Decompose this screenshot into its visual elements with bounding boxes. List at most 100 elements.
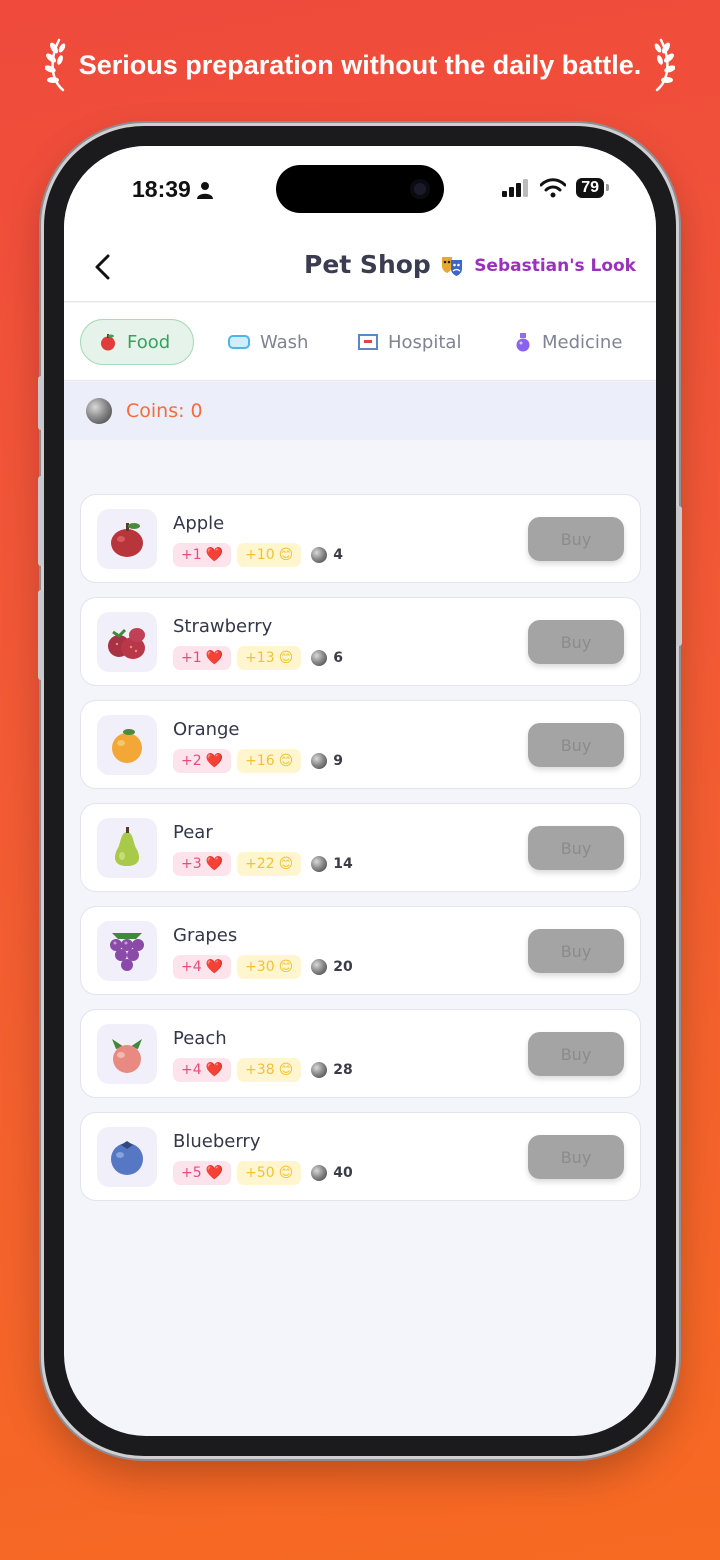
happy-value: +22 [245, 856, 275, 872]
signal-icon [502, 179, 529, 197]
orange-icon [112, 729, 142, 763]
love-chip: +4 ❤️ [173, 955, 232, 979]
shop-item-orange: Orange +2 ❤️ +16 😊 9 Buy [80, 700, 641, 789]
love-value: +2 [181, 753, 202, 769]
love-value: +4 [181, 959, 202, 975]
item-stats: +3 ❤️ +22 😊 14 [173, 852, 353, 876]
item-thumbnail [97, 1127, 157, 1187]
love-value: +5 [181, 1165, 202, 1181]
tab-food[interactable]: Food [80, 319, 194, 365]
item-name: Strawberry [173, 616, 273, 637]
happy-value: +38 [245, 1062, 275, 1078]
back-arrow-icon[interactable] [88, 252, 118, 282]
coin-icon [311, 856, 328, 872]
time-text: 18:39 [132, 176, 191, 202]
shop-item-grapes: Grapes +4 ❤️ +30 😊 20 Buy [80, 906, 641, 995]
camera-icon [410, 179, 430, 199]
happy-value: +13 [245, 650, 275, 666]
coin-icon [86, 398, 112, 424]
price-value: 20 [333, 959, 353, 975]
potion-icon [516, 333, 530, 352]
item-stats: +5 ❤️ +50 😊 40 [173, 1161, 353, 1185]
happy-chip: +30 😊 [237, 955, 302, 979]
tagline-text: Serious preparation without the daily ba… [78, 49, 642, 80]
tab-food-label: Food [127, 331, 171, 353]
item-stats: +2 ❤️ +16 😊 9 [173, 749, 343, 773]
item-stats: +1 ❤️ +10 😊 4 [173, 543, 343, 567]
love-chip: +3 ❤️ [173, 852, 232, 876]
smiley-icon: 😊 [278, 856, 294, 872]
shop-item-pear: Pear +3 ❤️ +22 😊 14 Buy [80, 803, 641, 892]
item-price: 28 [311, 1062, 353, 1078]
shop-item-strawberry: Strawberry +1 ❤️ +13 😊 6 Buy [80, 597, 641, 686]
item-price: 4 [311, 547, 343, 563]
coin-icon [311, 1062, 328, 1078]
item-price: 6 [311, 650, 343, 666]
love-value: +1 [181, 650, 202, 666]
item-thumbnail [97, 818, 157, 878]
tab-wash-label: Wash [260, 331, 309, 353]
happy-value: +50 [245, 1165, 275, 1181]
item-price: 40 [311, 1165, 353, 1181]
happy-chip: +13 😊 [237, 646, 302, 670]
love-chip: +1 ❤️ [173, 646, 232, 670]
happy-chip: +10 😊 [237, 543, 302, 567]
tab-wash[interactable]: Wash [210, 319, 326, 365]
item-name: Blueberry [173, 1131, 261, 1152]
smiley-icon: 😊 [278, 1062, 294, 1078]
status-bar: 18:39 79 [64, 146, 656, 236]
love-chip: +5 ❤️ [173, 1161, 232, 1185]
happy-value: +16 [245, 753, 275, 769]
heart-icon: ❤️ [205, 856, 224, 872]
apple-icon [111, 523, 143, 557]
coins-bar: Coins: 0 [64, 382, 656, 440]
love-value: +4 [181, 1062, 202, 1078]
love-chip: +1 ❤️ [173, 543, 232, 567]
buy-button[interactable]: Buy [528, 620, 624, 664]
coins-label: Coins: 0 [126, 400, 203, 422]
item-price: 20 [311, 959, 353, 975]
tab-hospital[interactable]: Hospital [340, 319, 479, 365]
hospital-icon [358, 334, 378, 350]
shop-item-apple: Apple +1 ❤️ +10 😊 4 Buy [80, 494, 641, 583]
smiley-icon: 😊 [278, 547, 294, 563]
action-button [38, 376, 44, 430]
coin-icon [311, 753, 328, 769]
shop-item-list: Apple +1 ❤️ +10 😊 4 Buy Strawberry +1 ❤️… [80, 494, 641, 1215]
happy-chip: +50 😊 [237, 1161, 302, 1185]
item-stats: +4 ❤️ +30 😊 20 [173, 955, 353, 979]
item-name: Grapes [173, 925, 238, 946]
happy-chip: +16 😊 [237, 749, 302, 773]
buy-button[interactable]: Buy [528, 929, 624, 973]
buy-button[interactable]: Buy [528, 517, 624, 561]
tab-medicine-label: Medicine [542, 331, 623, 353]
volume-down-button [38, 590, 44, 680]
buy-button[interactable]: Buy [528, 826, 624, 870]
item-price: 9 [311, 753, 343, 769]
buy-button[interactable]: Buy [528, 723, 624, 767]
blueberry-icon [111, 1141, 143, 1175]
item-thumbnail [97, 921, 157, 981]
buy-button[interactable]: Buy [528, 1032, 624, 1076]
item-thumbnail [97, 612, 157, 672]
smiley-icon: 😊 [278, 650, 294, 666]
app-header: Pet Shop Sebastian's Look [64, 236, 656, 302]
heart-icon: ❤️ [205, 959, 224, 975]
soap-icon [228, 335, 250, 349]
shop-item-blueberry: Blueberry +5 ❤️ +50 😊 40 Buy [80, 1112, 641, 1201]
grapes-icon [110, 933, 144, 971]
love-value: +3 [181, 856, 202, 872]
happy-value: +30 [245, 959, 275, 975]
smiley-icon: 😊 [278, 959, 294, 975]
look-button[interactable]: Sebastian's Look [440, 254, 636, 278]
heart-icon: ❤️ [205, 547, 224, 563]
look-label: Sebastian's Look [474, 256, 636, 276]
status-time: 18:39 [132, 176, 213, 203]
power-button [676, 506, 682, 646]
app-screen: 18:39 79 Pet Shop Sebastian's Look Food … [64, 146, 656, 1436]
buy-button[interactable]: Buy [528, 1135, 624, 1179]
category-tabs: Food Wash Hospital Medicine [64, 303, 656, 381]
volume-up-button [38, 476, 44, 566]
heart-icon: ❤️ [205, 650, 224, 666]
tab-medicine[interactable]: Medicine [496, 319, 640, 365]
